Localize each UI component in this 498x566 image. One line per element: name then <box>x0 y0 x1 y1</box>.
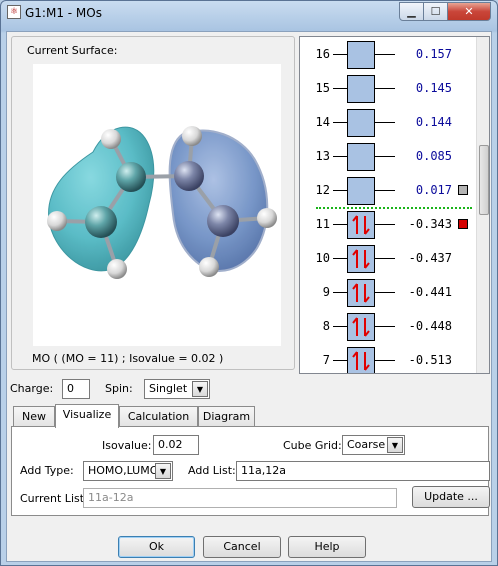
isovalue-label: Isovalue: <box>102 439 152 452</box>
add-list-label: Add List: <box>188 464 236 477</box>
mo-level-row[interactable]: 9 -0.441 <box>300 276 476 310</box>
selected-mo-marker <box>458 219 468 229</box>
current-surface-group: Current Surface: MO ((MO = 11) ; Isoval… <box>11 36 295 370</box>
mo-number: 14 <box>315 115 330 129</box>
cube-grid-label: Cube Grid: <box>283 439 342 452</box>
spin-select[interactable]: Singlet ▼ <box>144 379 210 399</box>
levels-scrollbar[interactable] <box>476 37 489 373</box>
orbital-box[interactable] <box>347 75 375 103</box>
visualized-mo-marker <box>458 185 468 195</box>
chevron-down-icon[interactable]: ▼ <box>192 381 208 397</box>
tab-new[interactable]: New <box>13 406 55 427</box>
cube-grid-select[interactable]: Coarse ▼ <box>342 435 405 455</box>
mo-energy: -0.513 <box>408 353 452 367</box>
mo-energy-diagram[interactable]: 16 0.157 15 0.145 14 0.144 13 0.085 12 0.017 11 -0.… <box>299 36 490 374</box>
orbital-box[interactable] <box>347 279 375 307</box>
chevron-down-icon[interactable]: ▼ <box>387 437 403 453</box>
isovalue-field[interactable]: 0.02 <box>153 435 199 455</box>
electron-pair-icon <box>352 215 370 235</box>
mo-number: 10 <box>315 251 330 265</box>
mo-level-row[interactable]: 12 0.017 <box>300 174 476 208</box>
current-surface-label: Current Surface: <box>25 44 120 57</box>
gaussview-icon: ⚛ <box>7 5 21 19</box>
spin-select-value: Singlet <box>149 382 188 395</box>
chevron-down-icon[interactable]: ▼ <box>155 463 171 479</box>
mo-level-row[interactable]: 10 -0.437 <box>300 242 476 276</box>
mo-energy: -0.343 <box>408 217 452 231</box>
mo-energy: 0.157 <box>415 47 452 61</box>
mo-number: 16 <box>315 47 330 61</box>
electron-pair-icon <box>352 283 370 303</box>
close-button[interactable]: ✕ <box>447 2 491 21</box>
cube-grid-value: Coarse <box>347 438 386 451</box>
homo-lumo-separator <box>316 207 472 209</box>
orbital-box[interactable] <box>347 41 375 69</box>
cancel-button[interactable]: Cancel <box>203 536 281 558</box>
mo-energy: -0.448 <box>408 319 452 333</box>
mo-number: 9 <box>322 285 330 299</box>
update-button[interactable]: Update ... <box>412 486 490 508</box>
mo-number: 7 <box>322 353 330 367</box>
electron-pair-icon <box>352 317 370 337</box>
mo-level-row[interactable]: 11 -0.343 <box>300 208 476 242</box>
spin-label: Spin: <box>105 382 133 395</box>
molecule-viewport[interactable] <box>33 64 281 346</box>
orbital-box[interactable] <box>347 143 375 171</box>
add-list-field[interactable]: 11a,12a <box>236 461 490 481</box>
help-button[interactable]: Help <box>288 536 366 558</box>
mo-level-row[interactable]: 14 0.144 <box>300 106 476 140</box>
mo-energy: 0.017 <box>415 183 452 197</box>
add-type-label: Add Type: <box>20 464 74 477</box>
window-title: G1:M1 - MOs <box>25 6 102 20</box>
mo-number: 13 <box>315 149 330 163</box>
mo-energy: 0.145 <box>415 81 452 95</box>
visualize-panel: Isovalue: 0.02 Cube Grid: Coarse ▼ Add T… <box>11 426 490 516</box>
orbital-box[interactable] <box>347 211 375 239</box>
title-bar[interactable]: ⚛ G1:M1 - MOs ▁ ☐ ✕ <box>1 1 497 25</box>
charge-label: Charge: <box>10 382 54 395</box>
mo-number: 11 <box>315 217 330 231</box>
electron-pair-icon <box>352 351 370 371</box>
mo-number: 12 <box>315 183 330 197</box>
electron-pair-icon <box>352 249 370 269</box>
mo-energy: -0.437 <box>408 251 452 265</box>
mo-level-row[interactable]: 7 -0.513 <box>300 344 476 373</box>
mo-level-row[interactable]: 16 0.157 <box>300 38 476 72</box>
tab-diagram[interactable]: Diagram <box>198 406 255 427</box>
dialog-body: Current Surface: MO ((MO = 11) ; Isoval… <box>6 31 492 562</box>
mos-window: ⚛ G1:M1 - MOs ▁ ☐ ✕ Current Surface: MO … <box>0 0 498 566</box>
mo-number: 8 <box>322 319 330 333</box>
mo-number: 15 <box>315 81 330 95</box>
maximize-button[interactable]: ☐ <box>423 2 448 21</box>
scrollbar-thumb[interactable] <box>479 145 489 215</box>
mo-level-row[interactable]: 8 -0.448 <box>300 310 476 344</box>
molecular-orbital-render <box>47 126 277 279</box>
ok-button[interactable]: Ok <box>118 536 195 558</box>
charge-field[interactable]: 0 <box>62 379 90 399</box>
orbital-box[interactable] <box>347 245 375 273</box>
orbital-box[interactable] <box>347 313 375 341</box>
current-list-label: Current List: <box>20 492 88 505</box>
mo-energy: 0.144 <box>415 115 452 129</box>
mo-level-row[interactable]: 15 0.145 <box>300 72 476 106</box>
mo-energy: 0.085 <box>415 149 452 163</box>
orbital-box[interactable] <box>347 347 375 373</box>
add-type-select[interactable]: HOMO,LUMO ▼ <box>83 461 173 481</box>
orbital-box[interactable] <box>347 177 375 205</box>
orbital-box[interactable] <box>347 109 375 137</box>
tab-calculation[interactable]: Calculation <box>119 406 198 427</box>
surface-caption: MO ( (MO = 11) ; Isovalue = 0.02 ) <box>32 352 224 365</box>
tab-visualize[interactable]: Visualize <box>55 404 119 428</box>
mo-energy: -0.441 <box>408 285 452 299</box>
minimize-button[interactable]: ▁ <box>399 2 424 21</box>
add-type-value: HOMO,LUMO <box>88 464 159 477</box>
current-list-field: 11a-12a <box>83 488 397 508</box>
mo-level-row[interactable]: 13 0.085 <box>300 140 476 174</box>
